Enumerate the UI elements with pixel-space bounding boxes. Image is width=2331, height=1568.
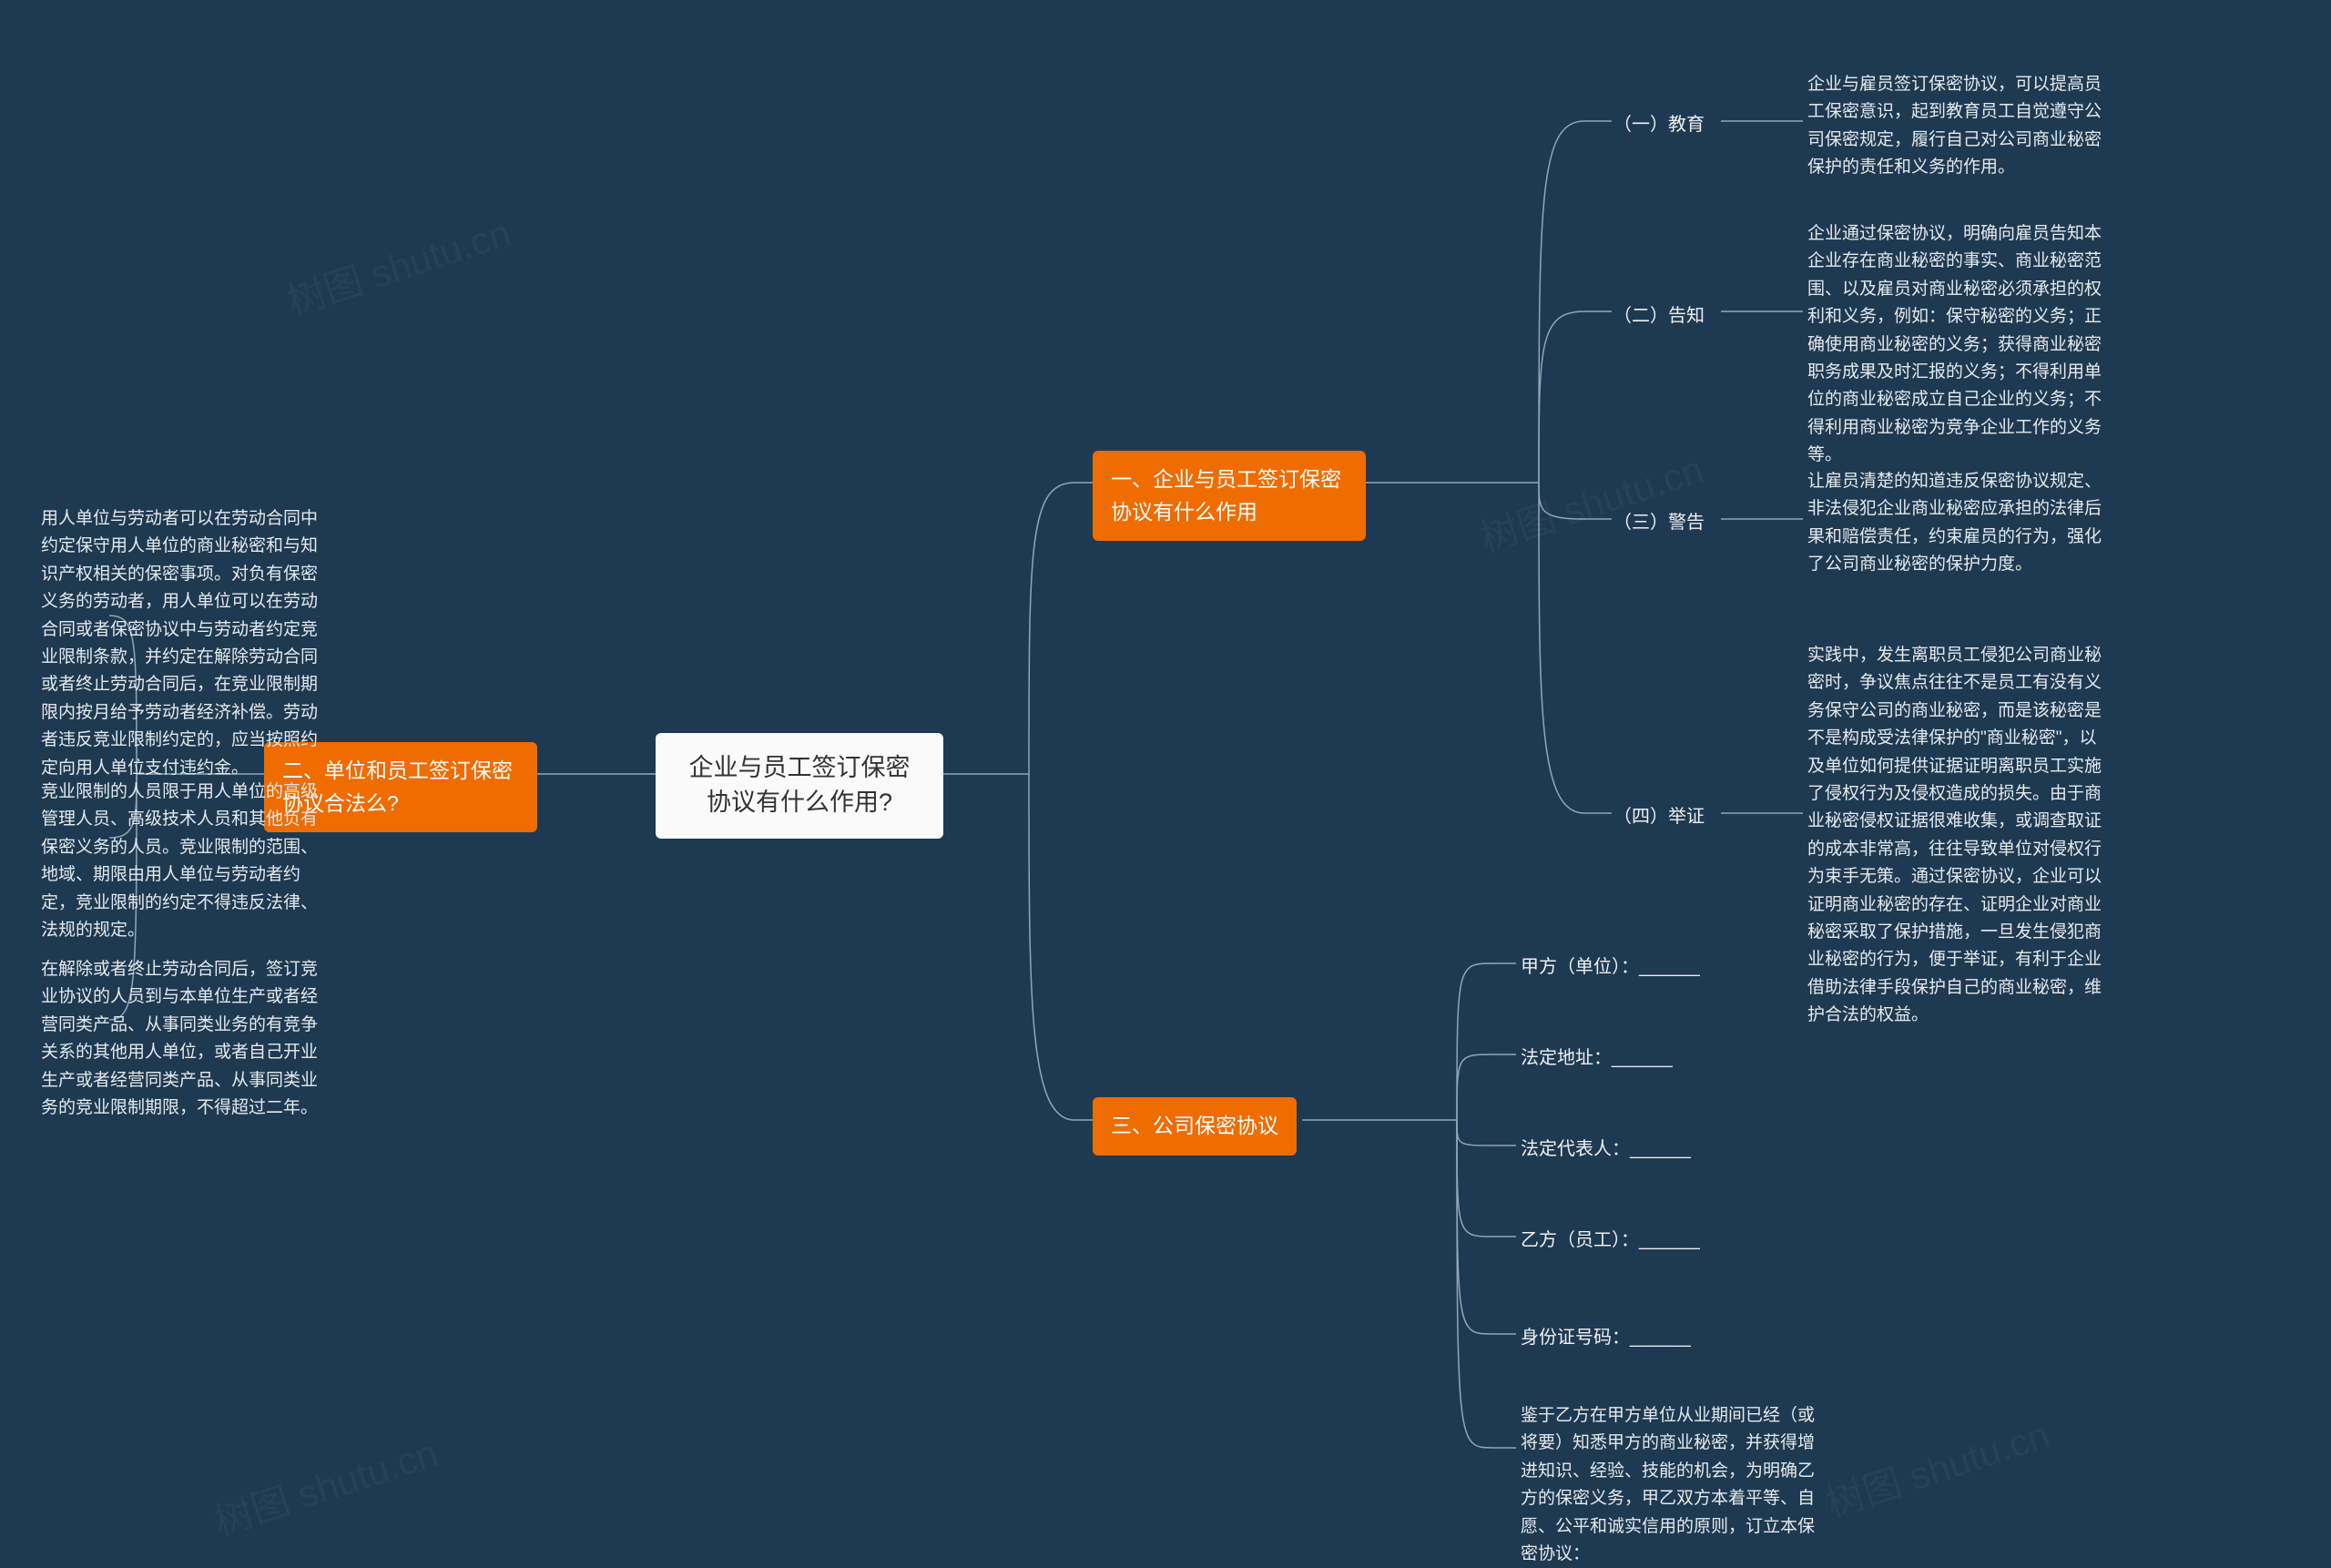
b3-item6: 鉴于乙方在甲方单位从业期间已经（或将要）知悉甲方的商业秘密，并获得增进知识、经验… [1521,1402,1821,1568]
watermark: 树图 shutu.cn [1818,1404,2056,1529]
b1-leaf1-label: （一）教育 [1613,109,1705,136]
mindmap-root: 企业与员工签订保密协议有什么作用? [656,733,943,839]
b3-item3: 法定代表人：______ [1521,1134,1691,1160]
watermark: 树图 shutu.cn [207,1422,444,1547]
b1-leaf3-label: （三）警告 [1613,507,1705,534]
b1-leaf4-body: 实践中，发生离职员工侵犯公司商业秘密时，争议焦点往往不是员工有没有义务保守公司的… [1807,642,2108,1029]
b3-item4: 乙方（员工）：______ [1521,1225,1700,1251]
b3-item1: 甲方（单位）：______ [1521,952,1700,978]
b3-item5: 身份证号码：______ [1521,1322,1691,1349]
b1-leaf2-label: （二）告知 [1613,300,1705,327]
watermark: 树图 shutu.cn [280,202,517,327]
b2-item3: 在解除或者终止劳动合同后，签订竞业协议的人员到与本单位生产或者经营同类产品、从事… [41,956,323,1122]
b2-item1: 用人单位与劳动者可以在劳动合同中约定保守用人单位的商业秘密和与知识产权相关的保密… [41,505,323,782]
b1-leaf2-body: 企业通过保密协议，明确向雇员告知本企业存在商业秘密的事实、商业秘密范围、以及雇员… [1807,220,2108,470]
watermark: 树图 shutu.cn [1472,439,1710,564]
branch-3: 三、公司保密协议 [1093,1097,1297,1156]
b1-leaf4-label: （四）举证 [1613,801,1705,828]
b3-item2: 法定地址：______ [1521,1043,1673,1069]
branch-1: 一、企业与员工签订保密协议有什么作用 [1093,451,1366,541]
b1-leaf1-body: 企业与雇员签订保密协议，可以提高员工保密意识，起到教育员工自觉遵守公司保密规定，… [1807,71,2108,182]
b2-item2: 竞业限制的人员限于用人单位的高级管理人员、高级技术人员和其他负有保密义务的人员。… [41,779,323,944]
b1-leaf3-body: 让雇员清楚的知道违反保密协议规定、非法侵犯企业商业秘密应承担的法律后果和赔偿责任… [1807,468,2108,579]
